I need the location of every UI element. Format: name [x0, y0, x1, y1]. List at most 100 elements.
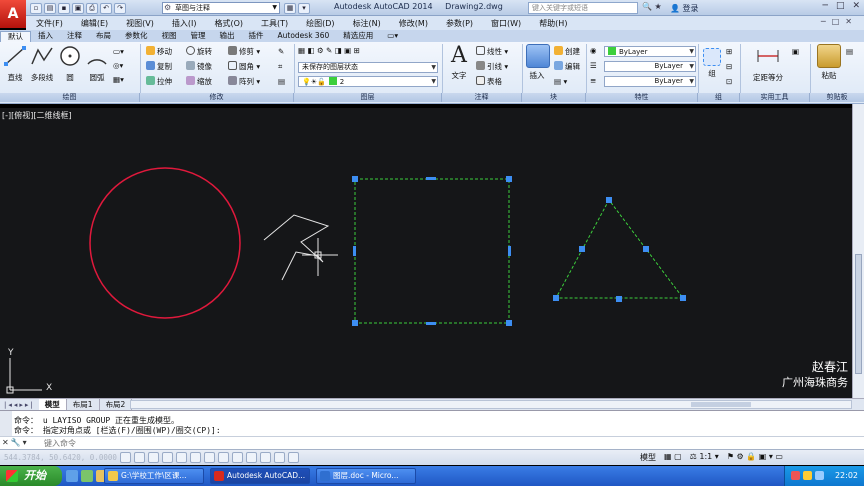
copy-button[interactable]: 复制 [146, 61, 172, 73]
draw-panel-title[interactable]: 绘图 [0, 93, 140, 102]
menu-window[interactable]: 窗口(W) [491, 18, 521, 29]
linetype-select[interactable]: ByLayer ▼ [604, 76, 696, 87]
command-tools-icon[interactable]: ✕🔧▾ [2, 438, 29, 447]
open-file-icon[interactable]: ▤ [44, 2, 56, 14]
quick-launch-ie-icon[interactable] [66, 470, 78, 482]
snap-toggle-icon[interactable] [120, 452, 131, 463]
arc-button[interactable]: 圆弧 [85, 44, 109, 83]
horizontal-scrollbar[interactable] [130, 400, 852, 409]
menu-dimension[interactable]: 标注(N) [353, 18, 381, 29]
redo-icon[interactable]: ↷ [114, 2, 126, 14]
block-attr-button[interactable]: ▤ ▾ [554, 76, 567, 88]
tab-layout2[interactable]: 布局2 [100, 399, 133, 410]
triangle-entity-selected[interactable] [555, 199, 685, 299]
drawing-canvas[interactable]: Y X [0, 108, 852, 398]
tab-model[interactable]: 模型 [38, 399, 67, 410]
text-button[interactable]: A 文字 [446, 44, 472, 81]
tab-parametric[interactable]: 参数化 [118, 31, 155, 42]
command-input[interactable]: 键入命令 [44, 438, 76, 449]
modify-extra-3-icon[interactable]: ▤ [278, 76, 285, 88]
autocad-logo-icon[interactable]: A [0, 0, 26, 28]
polyline-button[interactable]: 多段线 [28, 44, 56, 83]
circle-button[interactable]: 圆 [58, 44, 82, 83]
close-icon[interactable]: ✕ [852, 1, 860, 11]
tab-view[interactable]: 视图 [155, 31, 184, 42]
clipboard-panel-title[interactable]: 剪贴板 [810, 93, 864, 102]
tab-default[interactable]: 默认 [0, 31, 31, 42]
layer-tools-icon[interactable]: ▦ ◧ ⚙ ✎ ◨ ▣ ⊞ [298, 45, 360, 57]
layout-view-icon[interactable]: ▦ ▢ [664, 452, 682, 463]
utilities-panel-title[interactable]: 实用工具 [740, 93, 810, 102]
model-space-button[interactable]: 模型 [640, 452, 656, 463]
horizontal-scroll-thumb[interactable] [691, 402, 751, 407]
command-line-handle[interactable] [0, 411, 12, 437]
tray-volume-icon[interactable] [815, 471, 824, 480]
tab-insert[interactable]: 插入 [31, 31, 60, 42]
tray-app-icon[interactable] [791, 471, 800, 480]
tab-annotate[interactable]: 注释 [60, 31, 89, 42]
menu-edit[interactable]: 编辑(E) [81, 18, 108, 29]
line-button[interactable]: 直线 [3, 44, 27, 83]
save-icon[interactable]: ▪ [58, 2, 70, 14]
utilities-extra-icon[interactable]: ▣ [792, 46, 799, 58]
group-extra-2-icon[interactable]: ⊟ [726, 61, 732, 73]
taskbar-item-explorer[interactable]: G:\学校工作\区课... [104, 468, 204, 484]
login-button[interactable]: 👤 登录 [670, 3, 699, 14]
print-icon[interactable]: ⎙ [86, 2, 98, 14]
start-button[interactable]: 开始 [0, 466, 62, 486]
edit-block-button[interactable]: 编辑 [554, 61, 580, 73]
search-icon[interactable]: 🔍 ★ [642, 2, 666, 14]
group-extra-1-icon[interactable]: ⊞ [726, 46, 732, 58]
menu-draw[interactable]: 绘图(D) [306, 18, 334, 29]
minimize-icon[interactable]: ─ [823, 1, 828, 11]
tab-featured-apps[interactable]: 精选应用 [336, 31, 380, 42]
clipboard-extra-icon[interactable]: ▤ [846, 46, 853, 58]
measure-button[interactable]: 定距等分 [748, 44, 788, 83]
menu-tools[interactable]: 工具(T) [261, 18, 288, 29]
menu-insert[interactable]: 插入(I) [172, 18, 197, 29]
menu-modify[interactable]: 修改(M) [399, 18, 428, 29]
annotation-scale[interactable]: ⚖ 1:1 ▾ [690, 452, 719, 463]
menu-help[interactable]: 帮助(H) [539, 18, 567, 29]
menu-view[interactable]: 视图(V) [126, 18, 154, 29]
paste-button[interactable]: 粘贴 [816, 44, 842, 81]
tab-layout[interactable]: 布局 [89, 31, 118, 42]
layout-nav-arrows-icon[interactable]: |◂◂▸▸| [0, 401, 39, 409]
modify-panel-title[interactable]: 修改 [140, 93, 294, 102]
group-extra-3-icon[interactable]: ⊡ [726, 76, 732, 88]
new-file-icon[interactable]: ▫ [30, 2, 42, 14]
modify-extra-1-icon[interactable]: ✎ [278, 46, 284, 58]
group-button[interactable]: 组 [702, 44, 722, 79]
otrack-toggle-icon[interactable] [204, 452, 215, 463]
maximize-icon[interactable]: □ [836, 1, 845, 11]
3dosnap-toggle-icon[interactable] [190, 452, 201, 463]
move-button[interactable]: 移动 [146, 46, 172, 58]
circle-entity[interactable] [89, 167, 241, 319]
vertical-scroll-thumb[interactable] [855, 254, 862, 374]
menu-format[interactable]: 格式(O) [214, 18, 243, 29]
tab-plugins[interactable]: 插件 [242, 31, 271, 42]
taskbar-item-autocad[interactable]: Autodesk AutoCAD... [210, 468, 310, 484]
layer-state-select[interactable]: 未保存的图层状态 ▼ [298, 62, 438, 73]
layer-icon[interactable]: ▦ [284, 2, 296, 14]
osnap-toggle-icon[interactable] [176, 452, 187, 463]
ducs-toggle-icon[interactable] [218, 452, 229, 463]
doc-window-controls[interactable]: ─□✕ [821, 17, 858, 26]
draw-extra-2-icon[interactable]: ◎▾ [113, 60, 123, 72]
sc-toggle-icon[interactable] [288, 452, 299, 463]
stretch-button[interactable]: 拉伸 [146, 76, 172, 88]
customize-icon[interactable]: ▾ [298, 2, 310, 14]
table-button[interactable]: 表格 [476, 76, 502, 88]
layer-select[interactable]: 💡☀🔓 2 ▼ [298, 76, 438, 87]
tab-layout1[interactable]: 布局1 [67, 399, 100, 410]
array-button[interactable]: 阵列 ▾ [228, 76, 260, 88]
tray-network-icon[interactable] [803, 471, 812, 480]
undo-icon[interactable]: ↶ [100, 2, 112, 14]
group-panel-title[interactable]: 组 [698, 93, 740, 102]
linear-dim-button[interactable]: 线性 ▾ [476, 46, 508, 58]
polar-toggle-icon[interactable] [162, 452, 173, 463]
menu-file[interactable]: 文件(F) [36, 18, 63, 29]
qp-toggle-icon[interactable] [274, 452, 285, 463]
fillet-button[interactable]: 圆角 ▾ [228, 61, 260, 73]
leader-button[interactable]: 引线 ▾ [476, 61, 508, 73]
